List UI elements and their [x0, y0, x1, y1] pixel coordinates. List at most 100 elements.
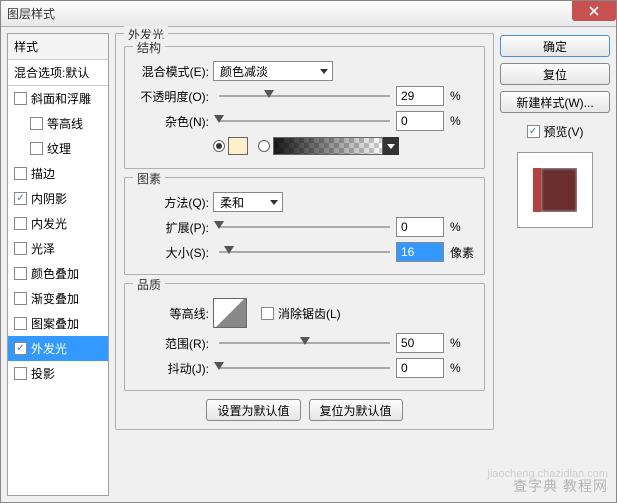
jitter-slider[interactable]	[219, 359, 390, 377]
noise-unit: %	[444, 114, 474, 128]
sidebar-item-4[interactable]: 内阴影	[8, 186, 108, 211]
quality-legend: 品质	[133, 276, 165, 293]
noise-slider[interactable]	[219, 112, 390, 130]
gradient-radio[interactable]	[258, 140, 270, 152]
window-title: 图层样式	[7, 5, 55, 22]
antialias-checkbox[interactable]	[261, 307, 274, 320]
range-input[interactable]: 50	[396, 333, 444, 353]
style-checkbox[interactable]	[14, 317, 27, 330]
jitter-input[interactable]: 0	[396, 358, 444, 378]
right-panel: 确定 复位 新建样式(W)... 预览(V)	[500, 33, 610, 496]
style-label: 图案叠加	[31, 315, 79, 332]
range-unit: %	[444, 336, 474, 350]
sidebar-item-7[interactable]: 颜色叠加	[8, 261, 108, 286]
opacity-slider[interactable]	[219, 87, 390, 105]
style-checkbox[interactable]	[14, 167, 27, 180]
sidebar-item-10[interactable]: 外发光	[8, 336, 108, 361]
contour-label: 等高线:	[135, 305, 213, 322]
style-checkbox[interactable]	[14, 217, 27, 230]
sidebar-item-11[interactable]: 投影	[8, 361, 108, 386]
range-slider[interactable]	[219, 334, 390, 352]
spread-label: 扩展(P):	[135, 219, 213, 236]
method-label: 方法(Q):	[135, 194, 213, 211]
size-unit: 像素	[444, 244, 474, 261]
close-icon	[589, 6, 599, 16]
opacity-label: 不透明度(O):	[135, 88, 213, 105]
chevron-down-icon	[270, 200, 278, 205]
close-button[interactable]	[572, 1, 616, 21]
style-label: 斜面和浮雕	[31, 90, 91, 107]
noise-label: 杂色(N):	[135, 113, 213, 130]
reset-button[interactable]: 复位	[500, 63, 610, 85]
sidebar-item-2[interactable]: 纹理	[8, 136, 108, 161]
spread-unit: %	[444, 220, 474, 234]
sidebar-item-1[interactable]: 等高线	[8, 111, 108, 136]
blend-mode-label: 混合模式(E):	[135, 63, 213, 80]
new-style-button[interactable]: 新建样式(W)...	[500, 91, 610, 113]
style-checkbox[interactable]	[14, 92, 27, 105]
size-label: 大小(S):	[135, 244, 213, 261]
quality-group: 品质 等高线: 消除锯齿(L) 范围(R): 50 %	[124, 283, 485, 391]
outer-glow-group: 外发光 结构 混合模式(E): 颜色减淡 不透明度(O): 29	[115, 33, 494, 430]
sidebar-item-8[interactable]: 渐变叠加	[8, 286, 108, 311]
sidebar-header[interactable]: 样式	[8, 34, 108, 60]
style-label: 颜色叠加	[31, 265, 79, 282]
jitter-unit: %	[444, 361, 474, 375]
style-checkbox[interactable]	[30, 142, 43, 155]
style-checkbox[interactable]	[14, 242, 27, 255]
gradient-picker[interactable]	[273, 137, 383, 155]
dialog-body: 样式 混合选项:默认 斜面和浮雕等高线纹理描边内阴影内发光光泽颜色叠加渐变叠加图…	[1, 27, 616, 502]
spread-input[interactable]: 0	[396, 217, 444, 237]
styles-sidebar: 样式 混合选项:默认 斜面和浮雕等高线纹理描边内阴影内发光光泽颜色叠加渐变叠加图…	[7, 33, 109, 496]
method-dropdown[interactable]: 柔和	[213, 192, 283, 212]
style-label: 投影	[31, 365, 55, 382]
style-checkbox[interactable]	[14, 267, 27, 280]
style-checkbox[interactable]	[30, 117, 43, 130]
ok-button[interactable]: 确定	[500, 35, 610, 57]
gradient-dropdown-arrow[interactable]	[383, 137, 399, 155]
elements-legend: 图素	[133, 170, 165, 187]
spread-slider[interactable]	[219, 218, 390, 236]
style-label: 内发光	[31, 215, 67, 232]
preview-checkbox[interactable]	[527, 125, 540, 138]
set-default-button[interactable]: 设置为默认值	[206, 399, 300, 421]
layer-style-dialog: 图层样式 样式 混合选项:默认 斜面和浮雕等高线纹理描边内阴影内发光光泽颜色叠加…	[0, 0, 617, 503]
style-label: 描边	[31, 165, 55, 182]
style-checkbox[interactable]	[14, 192, 27, 205]
elements-group: 图素 方法(Q): 柔和 扩展(P): 0 %	[124, 177, 485, 275]
preview-label: 预览(V)	[544, 123, 584, 140]
style-checkbox[interactable]	[14, 367, 27, 380]
opacity-input[interactable]: 29	[396, 86, 444, 106]
blend-options-item[interactable]: 混合选项:默认	[8, 60, 108, 86]
structure-group: 结构 混合模式(E): 颜色减淡 不透明度(O): 29 %	[124, 46, 485, 169]
color-swatch[interactable]	[228, 137, 248, 155]
blend-mode-value: 颜色减淡	[220, 63, 268, 80]
titlebar[interactable]: 图层样式	[1, 1, 616, 27]
sidebar-item-6[interactable]: 光泽	[8, 236, 108, 261]
style-label: 纹理	[47, 140, 71, 157]
sidebar-item-3[interactable]: 描边	[8, 161, 108, 186]
size-input[interactable]: 16	[396, 242, 444, 262]
size-slider[interactable]	[219, 243, 390, 261]
reset-default-button[interactable]: 复位为默认值	[309, 399, 403, 421]
sidebar-item-9[interactable]: 图案叠加	[8, 311, 108, 336]
method-value: 柔和	[220, 194, 244, 211]
preview-thumbnail	[517, 152, 593, 228]
chevron-down-icon	[320, 69, 328, 74]
main-panel: 外发光 结构 混合模式(E): 颜色减淡 不透明度(O): 29	[115, 33, 494, 496]
sidebar-item-0[interactable]: 斜面和浮雕	[8, 86, 108, 111]
contour-picker[interactable]	[213, 298, 247, 328]
jitter-label: 抖动(J):	[135, 360, 213, 377]
noise-input[interactable]: 0	[396, 111, 444, 131]
style-checkbox[interactable]	[14, 342, 27, 355]
style-label: 渐变叠加	[31, 290, 79, 307]
opacity-unit: %	[444, 89, 474, 103]
range-label: 范围(R):	[135, 335, 213, 352]
color-radio[interactable]	[213, 140, 225, 152]
blend-mode-dropdown[interactable]: 颜色减淡	[213, 61, 333, 81]
sidebar-item-5[interactable]: 内发光	[8, 211, 108, 236]
style-label: 外发光	[31, 340, 67, 357]
antialias-label: 消除锯齿(L)	[278, 305, 341, 322]
style-checkbox[interactable]	[14, 292, 27, 305]
style-label: 内阴影	[31, 190, 67, 207]
